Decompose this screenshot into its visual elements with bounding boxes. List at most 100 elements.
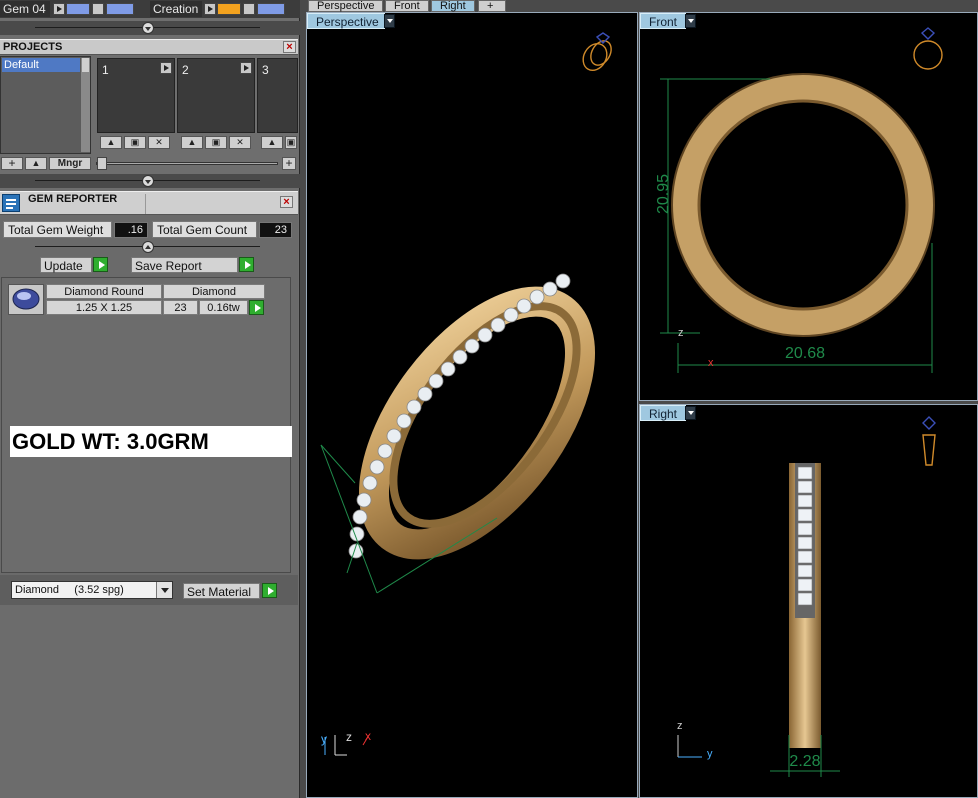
splitter-1[interactable] <box>0 21 300 35</box>
empty-panel-area <box>0 605 298 798</box>
delete-icon[interactable]: ✕ <box>229 136 251 149</box>
project-slot-3[interactable]: 3 <box>257 58 298 133</box>
add-project-icon[interactable]: + <box>1 157 23 170</box>
project-list: Default <box>0 56 91 154</box>
front-view-icon <box>913 27 943 70</box>
creation-selector-label[interactable]: Creation <box>150 1 202 17</box>
tab-right[interactable]: Right <box>431 0 475 12</box>
upload-icon[interactable]: ▲ <box>181 136 203 149</box>
creation-layer-swatch[interactable] <box>257 3 285 15</box>
manager-button[interactable]: Mngr <box>49 157 91 170</box>
right-viewport[interactable]: Right 2.28 z y <box>639 404 978 798</box>
zoom-plus-icon[interactable]: + <box>282 157 296 170</box>
axis-triad <box>677 735 702 758</box>
project-slot-1[interactable]: 1 <box>97 58 175 133</box>
scroll-thumb[interactable] <box>82 58 89 72</box>
gem-name-cell: Diamond Round <box>46 284 162 299</box>
gem-play-icon[interactable] <box>53 3 65 15</box>
gem-thumbnail[interactable] <box>8 284 44 315</box>
zoom-slider-handle[interactable] <box>97 157 107 170</box>
chevron-down-icon[interactable] <box>384 14 395 28</box>
splitter-3[interactable] <box>0 240 300 254</box>
creation-lock-icon[interactable] <box>243 3 255 15</box>
perspective-ring-render <box>320 32 612 756</box>
gem-lock-icon[interactable] <box>92 3 104 15</box>
ring-view-icon <box>582 32 612 72</box>
gem-toolbar: Gem 04 Creation <box>0 0 300 18</box>
gem-row-go-icon[interactable] <box>249 300 264 315</box>
update-go-icon[interactable] <box>93 257 108 272</box>
creation-color-swatch[interactable] <box>217 3 241 15</box>
gem-reporter-header: GEM REPORTER × <box>0 191 298 215</box>
axis-label-x: x <box>365 729 371 743</box>
front-viewport[interactable]: Front 20.95 20.68 z x <box>639 12 978 401</box>
chevron-down-icon[interactable] <box>156 582 172 598</box>
update-button[interactable]: Update <box>40 257 92 273</box>
set-material-go-icon[interactable] <box>262 583 277 598</box>
set-material-button[interactable]: Set Material <box>183 583 260 599</box>
save-report-button[interactable]: Save Report <box>131 257 238 273</box>
projects-title: PROJECTS <box>3 41 63 53</box>
perspective-viewport[interactable]: Perspective y z x <box>306 12 638 798</box>
slot-number: 3 <box>262 63 269 77</box>
right-ring-render <box>677 416 936 777</box>
gold-weight-note: GOLD WT: 3.0GRM <box>10 426 292 457</box>
total-gem-count-label: Total Gem Count <box>152 221 257 238</box>
project-slot-2[interactable]: 2 <box>177 58 255 133</box>
zoom-slider-track[interactable] <box>96 162 278 165</box>
project-list-scrollbar[interactable] <box>81 58 90 152</box>
tab-perspective[interactable]: Perspective <box>308 0 384 12</box>
upload-icon[interactable]: ▲ <box>261 136 283 149</box>
chevron-down-icon[interactable] <box>685 406 696 420</box>
front-view-tag[interactable]: Front <box>640 13 686 29</box>
save-icon[interactable]: ▣ <box>205 136 227 149</box>
slot-play-icon[interactable] <box>160 62 172 74</box>
gem-reporter-title: GEM REPORTER <box>28 193 118 205</box>
projects-header: PROJECTS × <box>0 39 298 55</box>
axis-label-z: z <box>346 730 352 744</box>
gem-reporter-icon <box>2 194 20 212</box>
axis-label-z: z <box>678 327 684 339</box>
gem-color-swatch[interactable] <box>66 3 90 15</box>
add-tab-button[interactable]: + <box>478 0 506 12</box>
gem-weight-cell: 0.16tw <box>199 300 248 315</box>
height-dimension-label: 20.95 <box>655 173 672 215</box>
axis-label-y: y <box>321 732 327 746</box>
tab-front[interactable]: Front <box>385 0 429 12</box>
total-gem-weight-value: .16 <box>114 222 148 238</box>
ring-band <box>358 286 596 560</box>
collapse-icon[interactable] <box>142 22 154 34</box>
perspective-view-tag[interactable]: Perspective <box>307 13 385 29</box>
gem-count-cell: 23 <box>163 300 198 315</box>
expand-icon[interactable] <box>142 241 154 253</box>
project-list-item[interactable]: Default <box>2 58 80 72</box>
splitter-2[interactable] <box>0 174 300 188</box>
slot-number: 1 <box>102 63 109 77</box>
delete-icon[interactable]: ✕ <box>148 136 170 149</box>
right-view-tag[interactable]: Right <box>640 405 686 421</box>
gem-size-cell: 1.25 X 1.25 <box>46 300 162 315</box>
collapse-icon[interactable] <box>142 175 154 187</box>
gem-list-area <box>1 277 291 573</box>
gem-layer-swatch[interactable] <box>106 3 134 15</box>
header-divider <box>145 194 275 214</box>
close-icon[interactable]: × <box>280 196 293 208</box>
gem-material-cell: Diamond <box>163 284 265 299</box>
chevron-down-icon[interactable] <box>685 14 696 28</box>
axis-label-z: z <box>677 720 683 732</box>
gem-selector-label[interactable]: Gem 04 <box>0 1 50 17</box>
close-icon[interactable]: × <box>283 41 296 53</box>
save-report-go-icon[interactable] <box>239 257 254 272</box>
save-icon[interactable]: ▣ <box>124 136 146 149</box>
axis-label-y: y <box>707 748 713 760</box>
front-ring-render <box>660 27 943 373</box>
slot-number: 2 <box>182 63 189 77</box>
material-select[interactable]: Diamond (3.52 spg) <box>11 581 173 599</box>
width-dimension-label: 20.68 <box>784 345 826 362</box>
slot-play-icon[interactable] <box>240 62 252 74</box>
upload-icon[interactable]: ▲ <box>100 136 122 149</box>
save-icon[interactable]: ▣ <box>285 136 297 149</box>
creation-play-icon[interactable] <box>204 3 216 15</box>
axis-label-x: x <box>708 357 714 369</box>
up-icon[interactable]: ▲ <box>25 157 47 170</box>
